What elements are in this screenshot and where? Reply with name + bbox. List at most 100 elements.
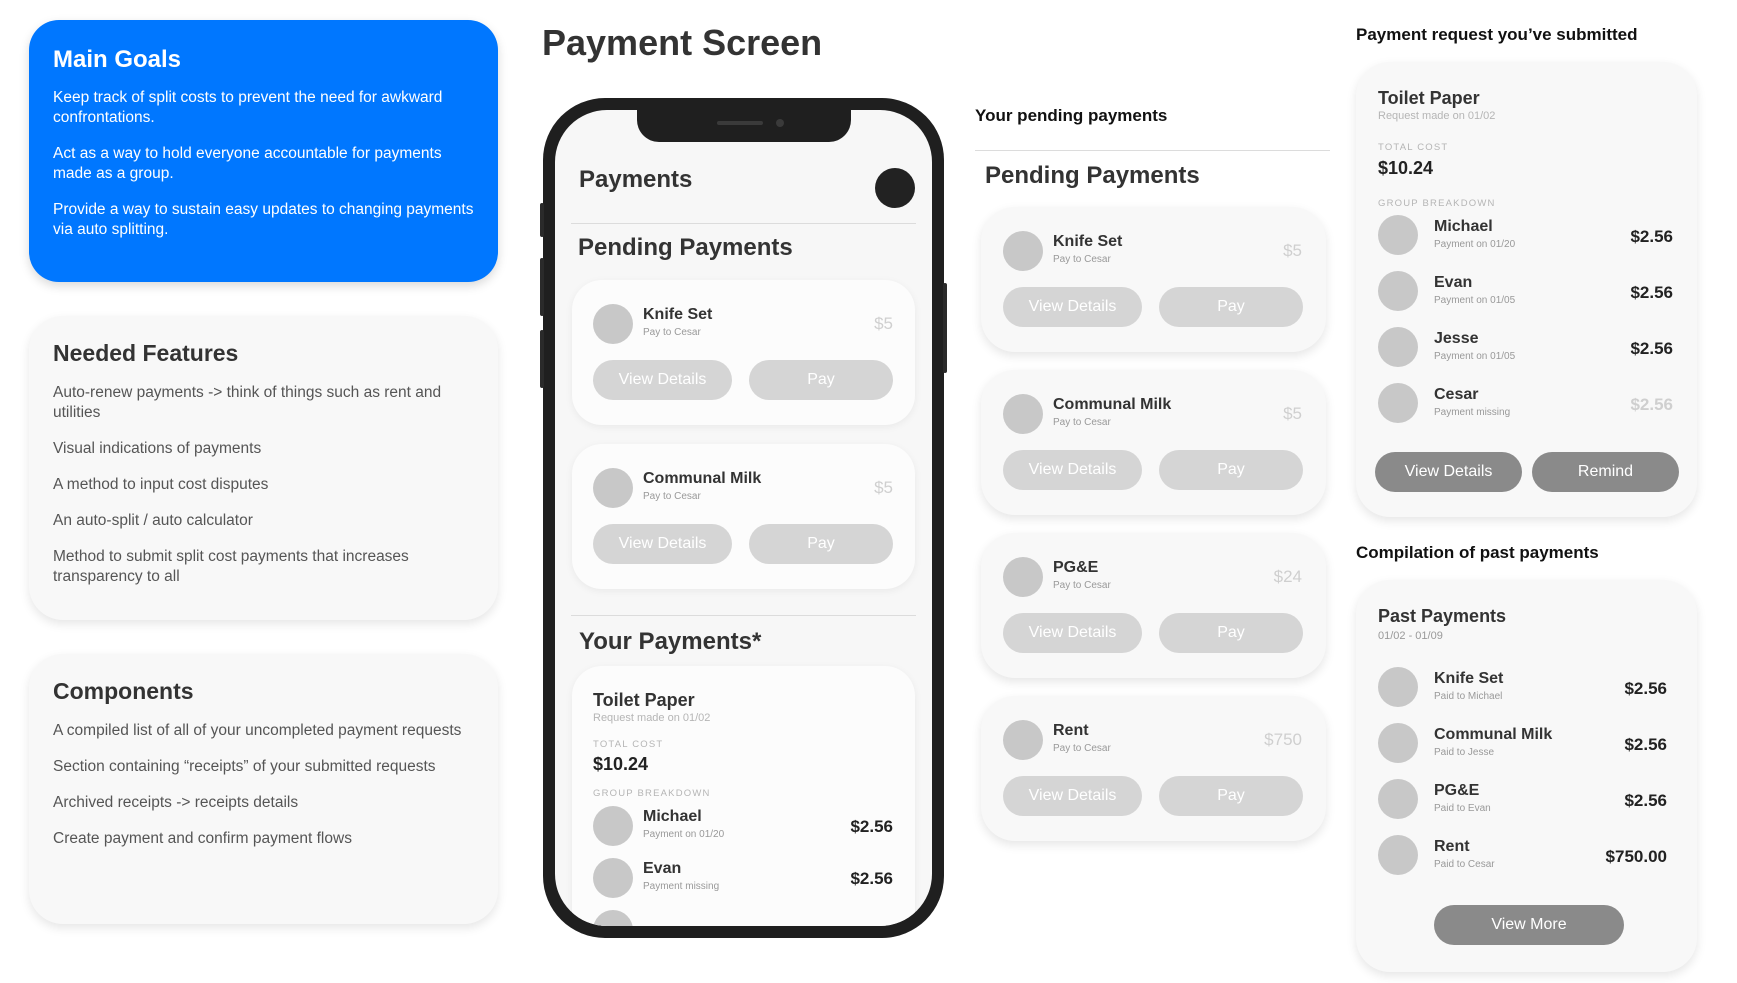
pay-button[interactable]: Pay: [749, 524, 893, 564]
profile-avatar[interactable]: [875, 168, 915, 208]
avatar: [1378, 271, 1418, 311]
past-payment-recipient: Paid to Cesar: [1434, 859, 1495, 870]
member-name: Evan: [1434, 274, 1473, 291]
goal-item: Act as a way to hold everyone accountabl…: [53, 145, 442, 182]
pay-button[interactable]: Pay: [1159, 450, 1303, 490]
remind-button[interactable]: Remind: [1532, 452, 1679, 492]
pending-payment-card: Knife Set Pay to Cesar $5 View Details P…: [981, 207, 1326, 352]
total-cost-caption: TOTAL COST: [593, 739, 664, 750]
view-details-button[interactable]: View Details: [1003, 613, 1142, 653]
component-item: A compiled list of all of your uncomplet…: [53, 722, 462, 739]
phone-side-button: [540, 258, 544, 316]
pending-payment-card: Communal Milk Pay to Cesar $5 View Detai…: [981, 370, 1326, 515]
member-name: Jesse: [1434, 330, 1479, 347]
avatar: [593, 806, 633, 846]
past-payments-label: Compilation of past payments: [1356, 543, 1599, 562]
past-payments-title: Past Payments: [1378, 606, 1507, 626]
feature-item: Method to submit split cost payments tha…: [53, 548, 409, 585]
avatar: [1378, 215, 1418, 255]
member-status: Payment missing: [1434, 407, 1511, 418]
payment-amount: $5: [874, 478, 893, 497]
main-goals-title: Main Goals: [53, 46, 182, 73]
view-details-button[interactable]: View Details: [593, 524, 732, 564]
pay-button[interactable]: Pay: [1159, 287, 1303, 327]
past-payment-amount: $750.00: [1605, 847, 1667, 866]
member-amount: $2.56: [1630, 395, 1673, 414]
main-goals-card: Main Goals Keep track of split costs to …: [29, 20, 498, 282]
view-details-button[interactable]: View Details: [1003, 776, 1142, 816]
member-name: Cesar: [1434, 386, 1479, 403]
pending-column-divider: [975, 150, 1330, 151]
pending-column-label: Your pending payments: [975, 106, 1168, 125]
component-item: Archived receipts -> receipts details: [53, 794, 299, 811]
member-amount: $2.56: [1630, 283, 1673, 302]
pay-button[interactable]: Pay: [1159, 613, 1303, 653]
avatar: [1378, 383, 1418, 423]
pay-button[interactable]: Pay: [749, 360, 893, 400]
feature-item: Visual indications of payments: [53, 440, 262, 457]
past-payment-amount: $2.56: [1624, 735, 1667, 754]
member-name: Evan: [643, 860, 682, 877]
payment-amount: $5: [1283, 404, 1302, 423]
view-details-button[interactable]: View Details: [1003, 450, 1142, 490]
avatar: [1378, 723, 1418, 763]
feature-item: An auto-split / auto calculator: [53, 512, 253, 529]
feature-item: Auto-renew payments -> think of things s…: [53, 384, 442, 421]
payment-recipient: Pay to Cesar: [1053, 417, 1111, 428]
payment-name: Communal Milk: [1053, 396, 1172, 413]
payment-recipient: Pay to Cesar: [1053, 254, 1111, 265]
payment-amount: $24: [1273, 567, 1302, 586]
receipt-card[interactable]: Toilet Paper Request made on 01/02 TOTAL…: [572, 666, 915, 926]
total-cost: $10.24: [593, 754, 649, 774]
avatar: [1003, 231, 1043, 271]
pay-button[interactable]: Pay: [1159, 776, 1303, 816]
avatar: [1003, 720, 1043, 760]
view-more-button[interactable]: View More: [1434, 905, 1624, 945]
needed-features-title: Needed Features: [53, 340, 239, 366]
receipt-date: Request made on 01/02: [1378, 110, 1496, 122]
past-payment-recipient: Paid to Evan: [1434, 803, 1491, 814]
total-cost-caption: TOTAL COST: [1378, 142, 1449, 153]
member-status: Payment on 01/05: [1434, 351, 1516, 362]
group-breakdown-caption: GROUP BREAKDOWN: [593, 788, 711, 799]
payment-name: PG&E: [1053, 559, 1099, 576]
avatar: [1378, 667, 1418, 707]
past-payment-name: Rent: [1434, 838, 1470, 855]
payment-amount: $750: [1264, 730, 1302, 749]
payment-recipient: Pay to Cesar: [643, 327, 701, 338]
pending-payment-card: PG&E Pay to Cesar $24 View Details Pay: [981, 533, 1326, 678]
member-status: Payment on 01/05: [1434, 295, 1516, 306]
goal-item: Keep track of split costs to prevent the…: [53, 89, 443, 126]
view-details-button[interactable]: View Details: [1375, 452, 1522, 492]
past-payment-name: Knife Set: [1434, 670, 1504, 687]
member-amount: $2.56: [850, 817, 893, 836]
member-status: Payment on 01/20: [1434, 239, 1516, 250]
phone-screen: Payments Pending Payments Knife Set Pay …: [555, 110, 932, 926]
member-status: Payment missing: [643, 881, 720, 892]
payment-amount: $5: [874, 314, 893, 333]
payment-amount: $5: [1283, 241, 1302, 260]
feature-item: A method to input cost disputes: [53, 476, 269, 493]
needed-features-card: Needed Features Auto-renew payments -> t…: [29, 316, 498, 620]
avatar: [1003, 557, 1043, 597]
avatar: [1003, 394, 1043, 434]
member-name: Michael: [643, 808, 702, 825]
past-payment-name: PG&E: [1434, 782, 1480, 799]
pending-payment-card: Communal Milk Pay to Cesar $5 View Detai…: [572, 444, 915, 589]
payment-name: Rent: [1053, 722, 1089, 739]
past-payments-range: 01/02 - 01/09: [1378, 630, 1443, 642]
avatar: [1378, 327, 1418, 367]
view-details-button[interactable]: View Details: [593, 360, 732, 400]
member-amount: $2.56: [1630, 227, 1673, 246]
member-name: Michael: [1434, 218, 1493, 235]
past-payment-name: Communal Milk: [1434, 726, 1553, 743]
past-payment-recipient: Paid to Jesse: [1434, 747, 1495, 758]
view-details-button[interactable]: View Details: [1003, 287, 1142, 327]
phone-notch: [637, 110, 851, 142]
payment-recipient: Pay to Cesar: [643, 491, 701, 502]
past-payment-amount: $2.56: [1624, 679, 1667, 698]
component-item: Create payment and confirm payment flows: [53, 830, 352, 847]
receipt-title: Toilet Paper: [1378, 88, 1480, 108]
past-payments-card: Past Payments 01/02 - 01/09 Knife Set Pa…: [1356, 580, 1697, 972]
avatar: [593, 468, 633, 508]
